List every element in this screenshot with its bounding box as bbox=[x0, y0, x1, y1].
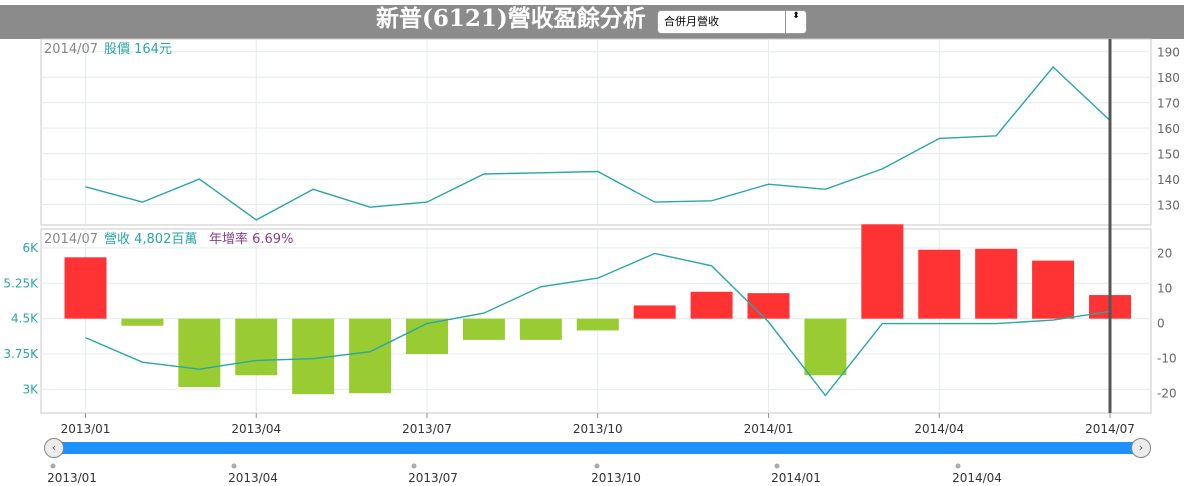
x-axis-label: 2014/01 bbox=[744, 422, 794, 436]
revenue-bar bbox=[349, 318, 392, 394]
navigator-label: 2013/07 bbox=[408, 471, 458, 485]
yoy-y-tick: 0 bbox=[1157, 317, 1165, 331]
revenue-bar bbox=[747, 293, 790, 319]
price-y-tick: 170 bbox=[1157, 97, 1180, 111]
revenue-y-tick: 6K bbox=[22, 241, 39, 255]
yoy-value-label: 年增率 6.69% bbox=[209, 231, 293, 247]
price-y-tick: 130 bbox=[1157, 199, 1180, 213]
revenue-y-tick: 4.5K bbox=[11, 312, 39, 326]
yoy-y-tick: -10 bbox=[1157, 352, 1177, 366]
navigator-label: 2014/01 bbox=[771, 471, 821, 485]
revenue-bar bbox=[235, 318, 278, 376]
x-axis-label: 2013/01 bbox=[61, 422, 111, 436]
navigator-dot bbox=[774, 463, 780, 469]
x-axis-label: 2014/07 bbox=[1085, 422, 1135, 436]
price-value-label: 股價 164元 bbox=[104, 42, 172, 57]
revenue-value-label: 營收 4,802百萬 bbox=[104, 232, 197, 247]
revenue-bar bbox=[804, 318, 847, 376]
revenue-bar bbox=[121, 318, 164, 326]
price-y-tick: 190 bbox=[1157, 46, 1180, 60]
navigator-dot bbox=[411, 463, 417, 469]
revenue-bar bbox=[975, 248, 1018, 319]
price-y-tick: 140 bbox=[1157, 173, 1180, 187]
price-y-tick: 180 bbox=[1157, 71, 1180, 85]
price-y-tick: 150 bbox=[1157, 148, 1180, 162]
price-panel-frame bbox=[40, 38, 1152, 226]
price-date-label: 2014/07 bbox=[44, 42, 98, 57]
revenue-bar bbox=[918, 249, 961, 319]
navigator-scrollbar[interactable] bbox=[54, 442, 1142, 454]
yoy-y-tick: 20 bbox=[1157, 247, 1172, 261]
navigator-dot bbox=[50, 463, 56, 469]
revenue-bar bbox=[576, 318, 619, 331]
navigator-dot bbox=[594, 463, 600, 469]
revenue-y-tick: 5.25K bbox=[3, 276, 39, 290]
revenue-bar bbox=[633, 305, 676, 319]
price-y-tick: 160 bbox=[1157, 122, 1180, 136]
revenue-y-tick: 3.75K bbox=[3, 347, 39, 361]
x-axis-label: 2014/04 bbox=[914, 422, 964, 436]
x-axis-label: 2013/04 bbox=[231, 422, 281, 436]
x-axis-label: 2013/07 bbox=[402, 422, 452, 436]
chart-svg: 130 140 150 160 170 180 190 3K 3.75K 4.5K 5.25K 6K -… bbox=[3, 38, 1180, 485]
x-axis-label: 2013/10 bbox=[573, 422, 623, 436]
revenue-y-tick: 3K bbox=[22, 382, 39, 396]
revenue-bar bbox=[690, 291, 733, 319]
revenue-date-label: 2014/07 bbox=[44, 232, 98, 247]
revenue-bar bbox=[178, 318, 221, 388]
revenue-bar bbox=[519, 318, 562, 340]
navigator-right-button[interactable]: › bbox=[1131, 438, 1151, 458]
navigator-label: 2013/10 bbox=[591, 471, 641, 485]
navigator-left-button[interactable]: ‹ bbox=[44, 438, 64, 458]
navigator-dot bbox=[955, 463, 961, 469]
yoy-y-tick: 10 bbox=[1157, 282, 1172, 296]
navigator-label: 2013/04 bbox=[228, 471, 278, 485]
revenue-bar bbox=[1032, 260, 1075, 319]
navigator-label: 2014/04 bbox=[952, 471, 1002, 485]
revenue-bar bbox=[861, 224, 904, 319]
yoy-y-tick: -20 bbox=[1157, 387, 1177, 401]
revenue-bar bbox=[462, 318, 505, 340]
revenue-bar bbox=[64, 257, 107, 319]
navigator-label: 2013/01 bbox=[47, 471, 97, 485]
navigator-dot bbox=[231, 463, 237, 469]
